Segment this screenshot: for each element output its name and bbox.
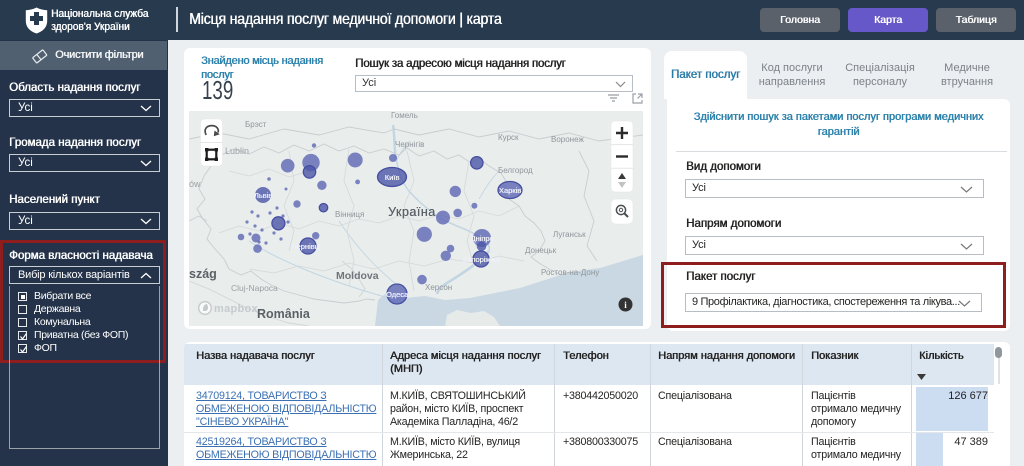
svg-text:Курск: Курск (498, 133, 519, 142)
svg-text:Харків: Харків (499, 186, 521, 195)
svg-text:Гомель: Гомель (391, 111, 418, 120)
svg-text:Україна: Україна (388, 205, 436, 219)
svg-text:Cluj-Napoca: Cluj-Napoca (231, 283, 278, 293)
svg-text:mapbox: mapbox (214, 303, 259, 315)
svg-text:Воронеж: Воронеж (551, 135, 584, 144)
svg-text:Ростов-на-Дону: Ростов-на-Дону (541, 268, 599, 277)
svg-text:Львів: Львів (254, 191, 272, 200)
svg-text:Дніпро: Дніпро (470, 234, 493, 243)
svg-text:Брэст: Брэст (245, 120, 267, 129)
svg-text:Запоріжжя: Запоріжжя (463, 255, 500, 264)
svg-text:Moldova: Moldova (336, 270, 379, 282)
svg-text:Одеса: Одеса (386, 290, 409, 299)
svg-text:Вінниця: Вінниця (335, 210, 364, 219)
svg-text:ów: ów (189, 179, 201, 189)
svg-text:Lublin: Lublin (225, 146, 249, 156)
svg-text:Київ: Київ (385, 173, 400, 182)
svg-text:Белгород: Белгород (498, 166, 533, 175)
svg-text:Херсон: Херсон (425, 283, 452, 292)
svg-text:Донецьк: Донецьк (525, 246, 557, 255)
svg-text:Чернігів: Чернігів (395, 140, 424, 149)
svg-text:Чернівці: Чернівці (291, 242, 320, 251)
svg-text:Луганськ: Луганськ (553, 230, 586, 239)
svg-text:România: România (257, 307, 311, 321)
svg-text:szág: szág (189, 267, 217, 281)
